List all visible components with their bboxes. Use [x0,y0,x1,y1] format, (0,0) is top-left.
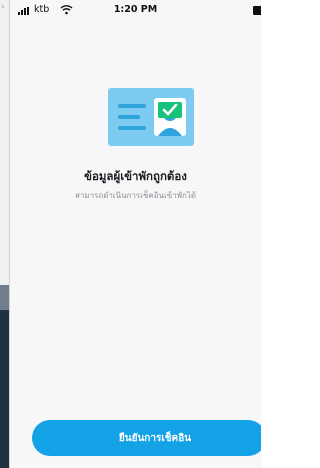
confirm-check-in-button[interactable]: ยืนยันการเช็คอิน [32,420,261,456]
id-card-verified-icon [108,88,194,146]
edge-dark-band [0,310,9,468]
check-in-screen: ktb 1:20 PM ข้อมูลผู้เข้าพักถูกต้อง สามา… [10,0,261,468]
status-time: 1:20 PM [113,4,158,15]
page-title: ข้อมูลผู้เข้าพักถูกต้อง [84,169,187,183]
status-bar: ktb 1:20 PM [10,0,261,22]
background-app-edge: › [0,0,10,468]
chevron-right-icon: › [1,2,5,12]
edge-band [0,285,9,310]
battery-icon [253,6,261,15]
page-subtitle: สามารถดำเนินการเช็คอินเข้าพักได้ [74,191,197,200]
